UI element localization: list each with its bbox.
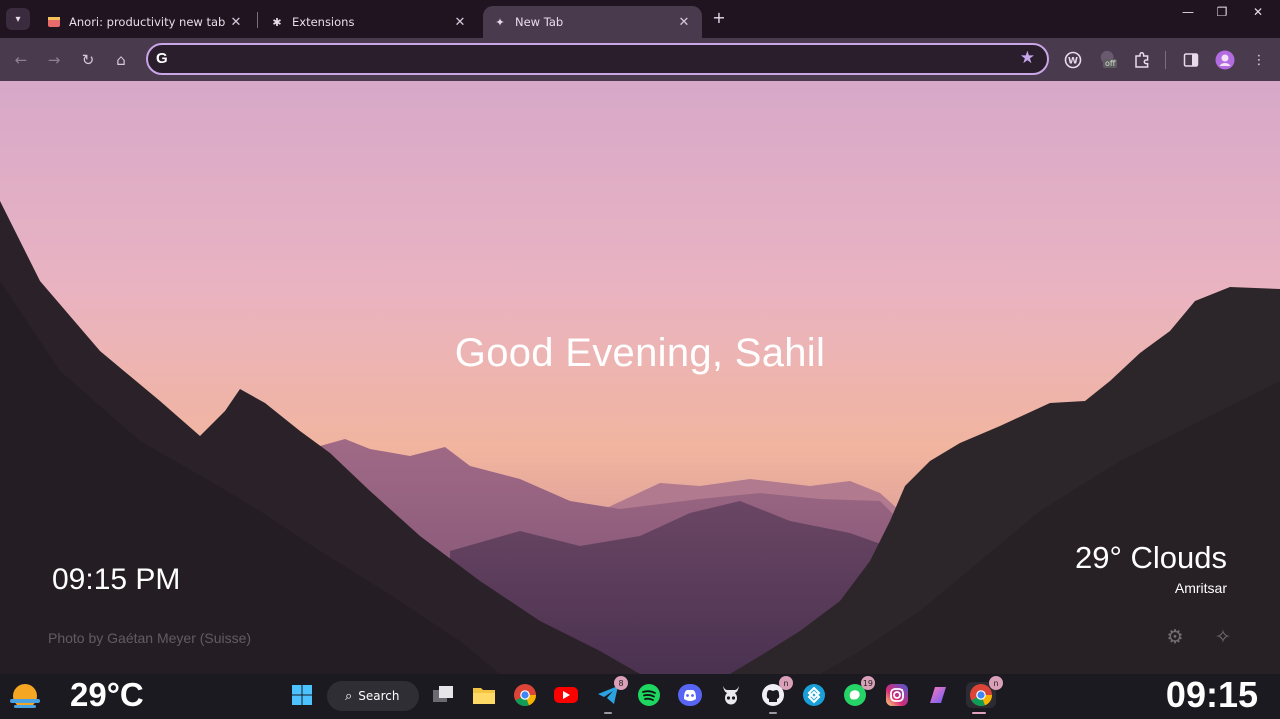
tab-title: New Tab bbox=[515, 15, 564, 29]
home-button[interactable]: ⌂ bbox=[108, 47, 134, 73]
telegram-badge: 8 bbox=[614, 676, 628, 690]
tab-strip: ▾ Anori: productivity new tab - C ✕ ✱ Ex… bbox=[0, 0, 1280, 38]
tab-title: Extensions bbox=[292, 15, 355, 29]
close-window-button[interactable]: ✕ bbox=[1240, 0, 1276, 24]
tab-new-tab[interactable]: ✦ New Tab ✕ bbox=[483, 6, 702, 38]
whatsapp-icon[interactable]: 19 bbox=[842, 676, 875, 708]
chevron-down-icon: ▾ bbox=[15, 13, 21, 25]
minimize-button[interactable]: — bbox=[1170, 0, 1206, 24]
tab-title: Anori: productivity new tab - C bbox=[69, 15, 228, 29]
whatsapp-badge: 19 bbox=[860, 676, 875, 690]
telegram-icon[interactable]: 8 bbox=[595, 676, 628, 714]
weather-widget: 29° Clouds Amritsar bbox=[1075, 540, 1227, 596]
address-bar[interactable]: G ★ bbox=[146, 43, 1049, 75]
toolbar-divider bbox=[1165, 51, 1166, 69]
tab-divider bbox=[257, 12, 258, 28]
chrome-icon[interactable] bbox=[512, 682, 538, 708]
close-icon[interactable]: ✕ bbox=[228, 15, 244, 30]
reload-button[interactable]: ↻ bbox=[75, 47, 101, 73]
sparkle-icon: ✦ bbox=[495, 15, 505, 29]
extension-off-badge: off bbox=[1103, 59, 1118, 68]
taskbar-clock[interactable]: 09:15 bbox=[1166, 674, 1258, 716]
sunset-weather-icon[interactable] bbox=[8, 680, 42, 712]
puzzle-icon: ✱ bbox=[272, 15, 282, 29]
github-icon[interactable]: n bbox=[760, 676, 793, 714]
arrow-right-icon: → bbox=[47, 51, 61, 69]
github-badge: n bbox=[779, 676, 793, 690]
copilot-icon[interactable] bbox=[925, 682, 951, 708]
new-tab-page: Good Evening, Sahil 09:15 PM Photo by Ga… bbox=[0, 81, 1280, 674]
restore-button[interactable]: ❐ bbox=[1204, 0, 1240, 24]
extension-toggle-icon[interactable]: off bbox=[1098, 49, 1120, 71]
extensions-puzzle-icon[interactable] bbox=[1131, 49, 1153, 71]
weather-city: Amritsar bbox=[1174, 580, 1227, 596]
more-menu-icon[interactable]: ⋮ bbox=[1248, 49, 1270, 71]
tab-extensions[interactable]: ✱ Extensions ✕ bbox=[260, 6, 478, 38]
customize-sparkle-icon[interactable]: ✧ bbox=[1212, 626, 1234, 648]
running-indicator bbox=[604, 712, 612, 714]
page-clock: 09:15 PM bbox=[52, 563, 181, 596]
youtube-icon[interactable] bbox=[553, 682, 579, 708]
file-explorer-icon[interactable] bbox=[471, 682, 497, 708]
side-panel-icon[interactable] bbox=[1180, 49, 1202, 71]
windows-taskbar: 29°C ⌕ Search 8 n 19 n 09:15 bbox=[0, 674, 1280, 719]
sync-app-icon[interactable] bbox=[801, 682, 827, 708]
anori-favicon-icon bbox=[47, 15, 61, 29]
new-tab-button[interactable]: + bbox=[709, 8, 729, 28]
home-icon: ⌂ bbox=[116, 51, 126, 69]
arrow-left-icon: ← bbox=[14, 51, 28, 69]
back-button[interactable]: ← bbox=[8, 47, 34, 73]
close-icon[interactable]: ✕ bbox=[452, 15, 468, 30]
running-indicator bbox=[769, 712, 777, 714]
bookmark-star-icon[interactable]: ★ bbox=[1020, 48, 1035, 68]
close-icon[interactable]: ✕ bbox=[676, 15, 692, 30]
windows-start-icon[interactable] bbox=[289, 682, 315, 708]
chrome-active-icon[interactable]: n bbox=[966, 676, 1003, 714]
game-horned-icon[interactable] bbox=[718, 682, 744, 708]
tab-anori[interactable]: Anori: productivity new tab - C ✕ bbox=[37, 6, 254, 38]
discord-icon[interactable] bbox=[677, 682, 703, 708]
taskbar-search-label: Search bbox=[358, 689, 400, 703]
forward-button[interactable]: → bbox=[41, 47, 67, 73]
greeting-text: Good Evening, Sahil bbox=[454, 331, 826, 375]
taskbar-temperature[interactable]: 29°C bbox=[70, 676, 144, 714]
instagram-icon[interactable] bbox=[884, 682, 910, 708]
svg-text:W: W bbox=[1068, 57, 1078, 67]
spotify-icon[interactable] bbox=[636, 682, 662, 708]
chrome-badge: n bbox=[989, 676, 1003, 690]
google-g-icon: G bbox=[156, 50, 168, 67]
reload-icon: ↻ bbox=[81, 51, 95, 69]
search-icon: ⌕ bbox=[345, 688, 353, 704]
weather-summary: 29° Clouds bbox=[1075, 540, 1227, 575]
tab-search-button[interactable]: ▾ bbox=[6, 8, 30, 30]
extension-w-icon[interactable]: W bbox=[1062, 49, 1084, 71]
photo-credit-link[interactable]: Photo by Gaétan Meyer (Suisse) bbox=[48, 630, 251, 646]
profile-avatar[interactable] bbox=[1214, 49, 1236, 71]
settings-gear-icon[interactable]: ⚙ bbox=[1164, 626, 1186, 648]
browser-toolbar: ← → ↻ ⌂ G ★ W off ⋮ bbox=[0, 38, 1280, 81]
task-view-icon[interactable] bbox=[430, 682, 456, 708]
running-indicator bbox=[972, 712, 986, 714]
taskbar-search-button[interactable]: ⌕ Search bbox=[327, 681, 419, 711]
